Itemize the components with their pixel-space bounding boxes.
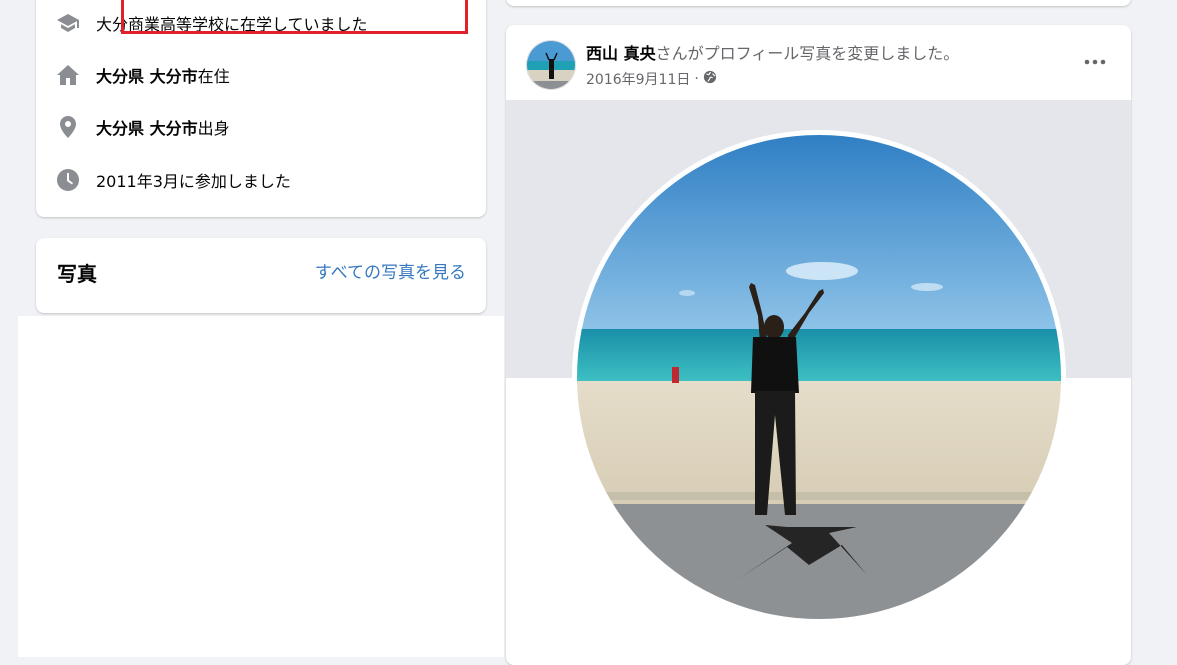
photos-card: 写真 すべての写真を見る (36, 238, 486, 313)
home-icon (56, 63, 80, 87)
intro-from: 大分県 大分市 出身 (56, 113, 230, 141)
post-date[interactable]: 2016年9月11日 (586, 69, 690, 89)
education-text: 大分商業高等学校に在学していました (96, 15, 368, 34)
post-meta: 2016年9月11日 · (586, 69, 717, 89)
location-pin-icon (56, 115, 80, 139)
photos-title: 写真 (57, 262, 97, 286)
intro-joined: 2011年3月に参加しました (56, 166, 291, 194)
intro-education: 大分商業高等学校に在学していました (56, 9, 368, 37)
profile-photo-post: 西山 真央さんがプロフィール写真を変更しました。 2016年9月11日 · (506, 25, 1131, 665)
more-options-button[interactable] (1077, 49, 1113, 75)
intro-lives: 大分県 大分市 在住 (56, 61, 230, 89)
globe-icon[interactable] (703, 70, 717, 88)
post-action: さんがプロフィール写真を変更しました。 (655, 44, 960, 63)
see-all-photos-link[interactable]: すべての写真を見る (315, 258, 466, 283)
post-header: 西山 真央さんがプロフィール写真を変更しました。 (586, 40, 959, 64)
previous-post-edge (506, 0, 1131, 6)
graduation-cap-icon (56, 11, 80, 35)
more-options-icon (1084, 59, 1106, 65)
from-suffix: 出身 (197, 119, 230, 138)
avatar[interactable] (526, 40, 576, 90)
lives-suffix: 在住 (197, 67, 230, 86)
intro-card: 大分商業高等学校に在学していました 大分県 大分市 在住 大分県 大分市 出身 20… (36, 0, 486, 217)
joined-text: 2011年3月に参加しました (96, 172, 291, 191)
profile-photo[interactable] (572, 130, 1066, 624)
clock-icon (56, 168, 80, 192)
post-author[interactable]: 西山 真央 (586, 44, 656, 63)
meta-separator: · (694, 71, 699, 87)
left-column-background (18, 316, 504, 657)
lives-location[interactable]: 大分県 大分市 (96, 63, 198, 87)
from-location[interactable]: 大分県 大分市 (96, 115, 198, 139)
